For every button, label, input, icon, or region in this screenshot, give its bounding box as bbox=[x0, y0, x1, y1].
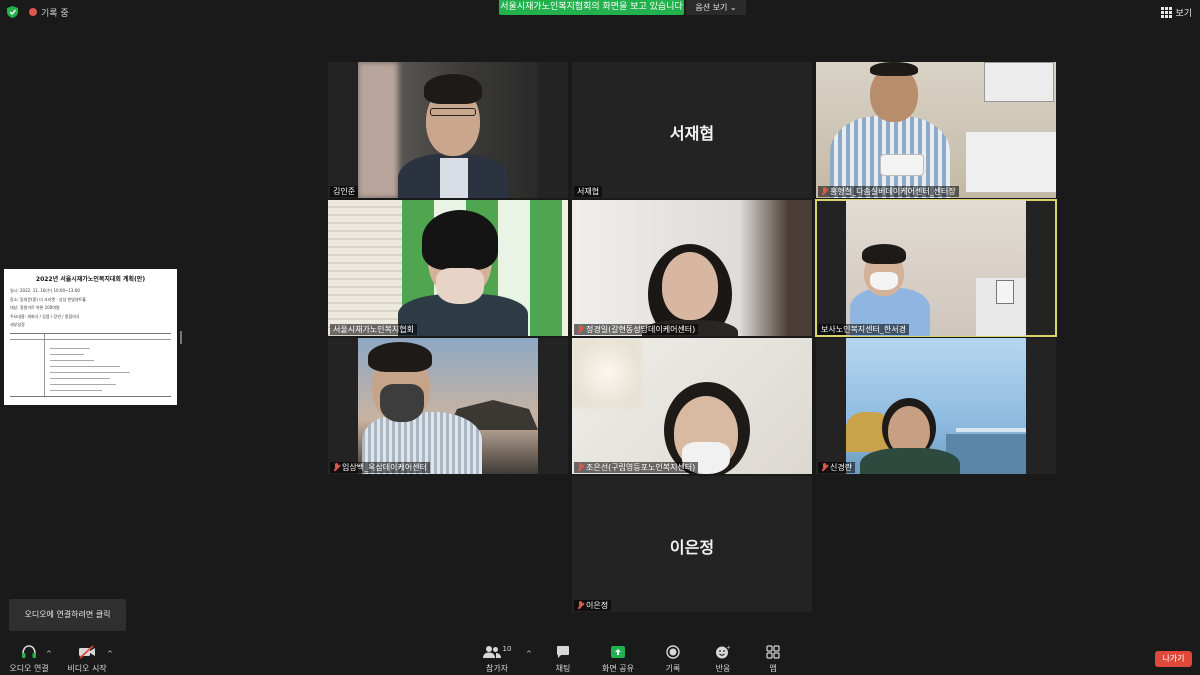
grid-icon bbox=[1161, 7, 1173, 18]
share-screen-icon bbox=[611, 646, 625, 658]
view-button-label: 보기 bbox=[1175, 9, 1192, 19]
participant-name: 홍형철_다솜실버데이케어센터_센터장 bbox=[818, 186, 959, 197]
video-tile[interactable]: 홍형철_다솜실버데이케어센터_센터장 bbox=[816, 62, 1056, 198]
participant-video bbox=[358, 62, 538, 198]
audio-connect-button[interactable]: 오디오 연결 bbox=[8, 644, 50, 674]
participant-video bbox=[572, 338, 812, 474]
leave-button[interactable]: 나가기 bbox=[1155, 651, 1192, 667]
video-options-caret-icon[interactable]: ^ bbox=[107, 650, 113, 658]
mic-muted-icon bbox=[821, 463, 828, 472]
audio-options-caret-icon[interactable]: ^ bbox=[46, 650, 52, 658]
chevron-down-icon: ⌄ bbox=[729, 3, 737, 12]
participants-button[interactable]: 10 참가자 bbox=[482, 644, 512, 674]
participant-name: 서울시재가노인복지협회 bbox=[330, 324, 417, 335]
apps-icon bbox=[766, 645, 780, 659]
share-banner: 서울시재가노인복지협회의 화면을 보고 있습니다 bbox=[499, 0, 684, 15]
apps-label: 앱 bbox=[769, 664, 777, 673]
video-tile[interactable]: 서울시재가노인복지협회 bbox=[328, 200, 568, 336]
doc-line: 장소: 동대문(종) 더 크리켓 · 상상 한빛센트홀 bbox=[10, 296, 86, 302]
panel-splitter[interactable] bbox=[180, 331, 182, 344]
mic-muted-icon bbox=[821, 187, 828, 196]
apps-button[interactable]: 앱 bbox=[760, 644, 786, 674]
doc-line: 세부일정 bbox=[10, 322, 25, 327]
participant-video bbox=[846, 200, 1026, 336]
participant-name: 임상백_옥삼데이케어센터 bbox=[330, 462, 430, 473]
video-tile[interactable]: 서재협 서재협 bbox=[572, 62, 812, 198]
top-bar: 기록 중 서울시재가노인복지협회의 화면을 보고 있습니다 옵션 보기 ⌄ 보기 bbox=[0, 0, 1200, 24]
participant-name: 이은정 bbox=[574, 600, 612, 611]
chat-label: 채팅 bbox=[555, 664, 571, 673]
mic-muted-icon bbox=[577, 601, 584, 610]
participant-video bbox=[572, 200, 812, 336]
participants-label: 참가자 bbox=[485, 664, 509, 673]
start-video-button[interactable]: 비디오 시작 bbox=[66, 644, 108, 674]
video-tile[interactable]: 신경란 bbox=[816, 338, 1056, 474]
participant-video bbox=[846, 338, 1026, 474]
participant-video bbox=[358, 338, 538, 474]
chat-icon bbox=[557, 646, 569, 658]
video-tile[interactable]: 임상백_옥삼데이케어센터 bbox=[328, 338, 568, 474]
headphones-icon bbox=[22, 645, 36, 658]
record-button[interactable]: 기록 bbox=[658, 644, 688, 674]
recording-dot-icon bbox=[29, 8, 37, 16]
participant-video bbox=[328, 200, 568, 336]
participant-display-name: 서재협 bbox=[669, 124, 715, 143]
doc-schedule-table bbox=[10, 332, 171, 397]
view-button[interactable]: 보기 bbox=[1161, 6, 1192, 19]
view-options-label: 옵션 보기 bbox=[695, 3, 728, 12]
recording-label: 기록 중 bbox=[41, 9, 69, 19]
chat-button[interactable]: 채팅 bbox=[548, 644, 578, 674]
reactions-label: 반응 bbox=[715, 664, 731, 673]
participant-name: 서재협 bbox=[574, 186, 603, 197]
share-screen-label: 화면 공유 bbox=[602, 664, 634, 673]
video-tile[interactable]: 정경일(갈현동성당데이케어센터) bbox=[572, 200, 812, 336]
shield-icon[interactable] bbox=[7, 6, 18, 18]
mic-muted-icon bbox=[333, 463, 340, 472]
audio-connect-label: 오디오 연결 bbox=[9, 664, 49, 673]
audio-connect-tooltip[interactable]: 오디오에 연결하려면 클릭 bbox=[9, 599, 126, 631]
participant-name: 정경일(갈현동성당데이케어센터) bbox=[574, 324, 699, 335]
participant-name: 신경란 bbox=[818, 462, 856, 473]
participant-display-name: 이은정 bbox=[669, 538, 715, 557]
share-screen-button[interactable]: 화면 공유 bbox=[598, 644, 638, 674]
shared-screen[interactable]: 2022년 서울시재가노인복지대회 계획(안) 일시: 2022. 11. 16… bbox=[4, 269, 177, 405]
record-label: 기록 bbox=[665, 664, 681, 673]
doc-title: 2022년 서울시재가노인복지대회 계획(안) bbox=[35, 276, 146, 283]
video-tile[interactable]: 조은선(구립영등포노인복지센터) bbox=[572, 338, 812, 474]
start-video-label: 비디오 시작 bbox=[67, 664, 107, 673]
participant-name: 김인준 bbox=[330, 186, 359, 197]
video-tile[interactable]: 이은정 이은정 bbox=[572, 476, 812, 612]
mic-muted-icon bbox=[577, 325, 584, 334]
svg-text:+: + bbox=[727, 645, 731, 651]
mic-muted-icon bbox=[577, 463, 584, 472]
doc-line: 대상: 종원가르 약론 100여명 bbox=[10, 305, 60, 310]
reactions-button[interactable]: + 반응 bbox=[708, 644, 738, 674]
participants-options-caret-icon[interactable]: ^ bbox=[526, 650, 532, 658]
participant-name: 보사노인복지센터_한서경 bbox=[818, 324, 909, 335]
participant-video bbox=[816, 62, 1056, 198]
participants-count: 10 bbox=[502, 645, 512, 653]
emoji-icon: + bbox=[716, 645, 731, 659]
video-tile-active-speaker[interactable]: 보사노인복지센터_한서경 bbox=[815, 199, 1057, 337]
doc-line: 일시: 2022. 11. 16(수) 10:00~13:00 bbox=[10, 288, 80, 293]
doc-line: 주요내용: 개회식 / 강용 / 강연 / 종합의식 bbox=[10, 313, 80, 319]
record-icon bbox=[666, 645, 680, 659]
view-options-button[interactable]: 옵션 보기 ⌄ bbox=[686, 0, 746, 15]
participant-name: 조은선(구립영등포노인복지센터) bbox=[574, 462, 699, 473]
video-off-icon bbox=[79, 645, 95, 659]
participants-icon bbox=[482, 646, 501, 658]
video-tile[interactable]: 김인준 bbox=[328, 62, 568, 198]
